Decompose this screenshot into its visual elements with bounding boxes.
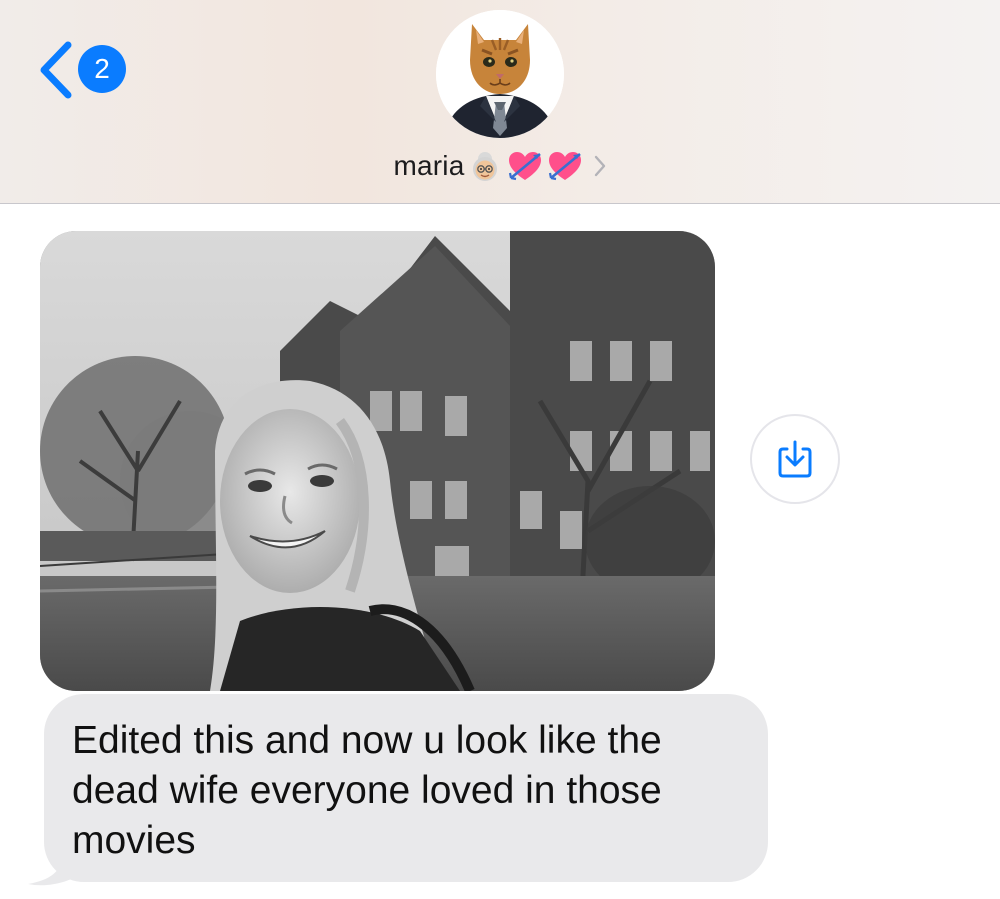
contact-name: maria bbox=[393, 150, 465, 181]
chevron-right-icon bbox=[594, 155, 605, 177]
old-woman-emoji-icon bbox=[472, 152, 497, 181]
conversation-screen: 2 maria Edited this and now u look like … bbox=[0, 0, 1000, 899]
contact-name-row[interactable]: maria bbox=[0, 144, 1000, 188]
conversation-header: 2 maria bbox=[0, 0, 1000, 204]
photo-message[interactable] bbox=[40, 231, 715, 691]
text-message[interactable]: Edited this and now u look like the dead… bbox=[44, 694, 768, 882]
message-text: Edited this and now u look like the dead… bbox=[72, 719, 662, 862]
black-and-white-photo bbox=[40, 231, 715, 691]
cat-in-suit-avatar-image bbox=[436, 10, 564, 138]
heart-with-arrow-icon bbox=[548, 152, 581, 181]
chevron-left-icon bbox=[40, 41, 72, 99]
contact-emojis bbox=[467, 148, 587, 184]
save-to-photos-icon bbox=[778, 440, 812, 478]
avatar[interactable] bbox=[436, 10, 564, 138]
unread-count-badge: 2 bbox=[78, 45, 126, 93]
save-photo-button[interactable] bbox=[750, 414, 840, 504]
back-button[interactable]: 2 bbox=[36, 40, 136, 100]
heart-with-arrow-icon bbox=[508, 152, 541, 181]
